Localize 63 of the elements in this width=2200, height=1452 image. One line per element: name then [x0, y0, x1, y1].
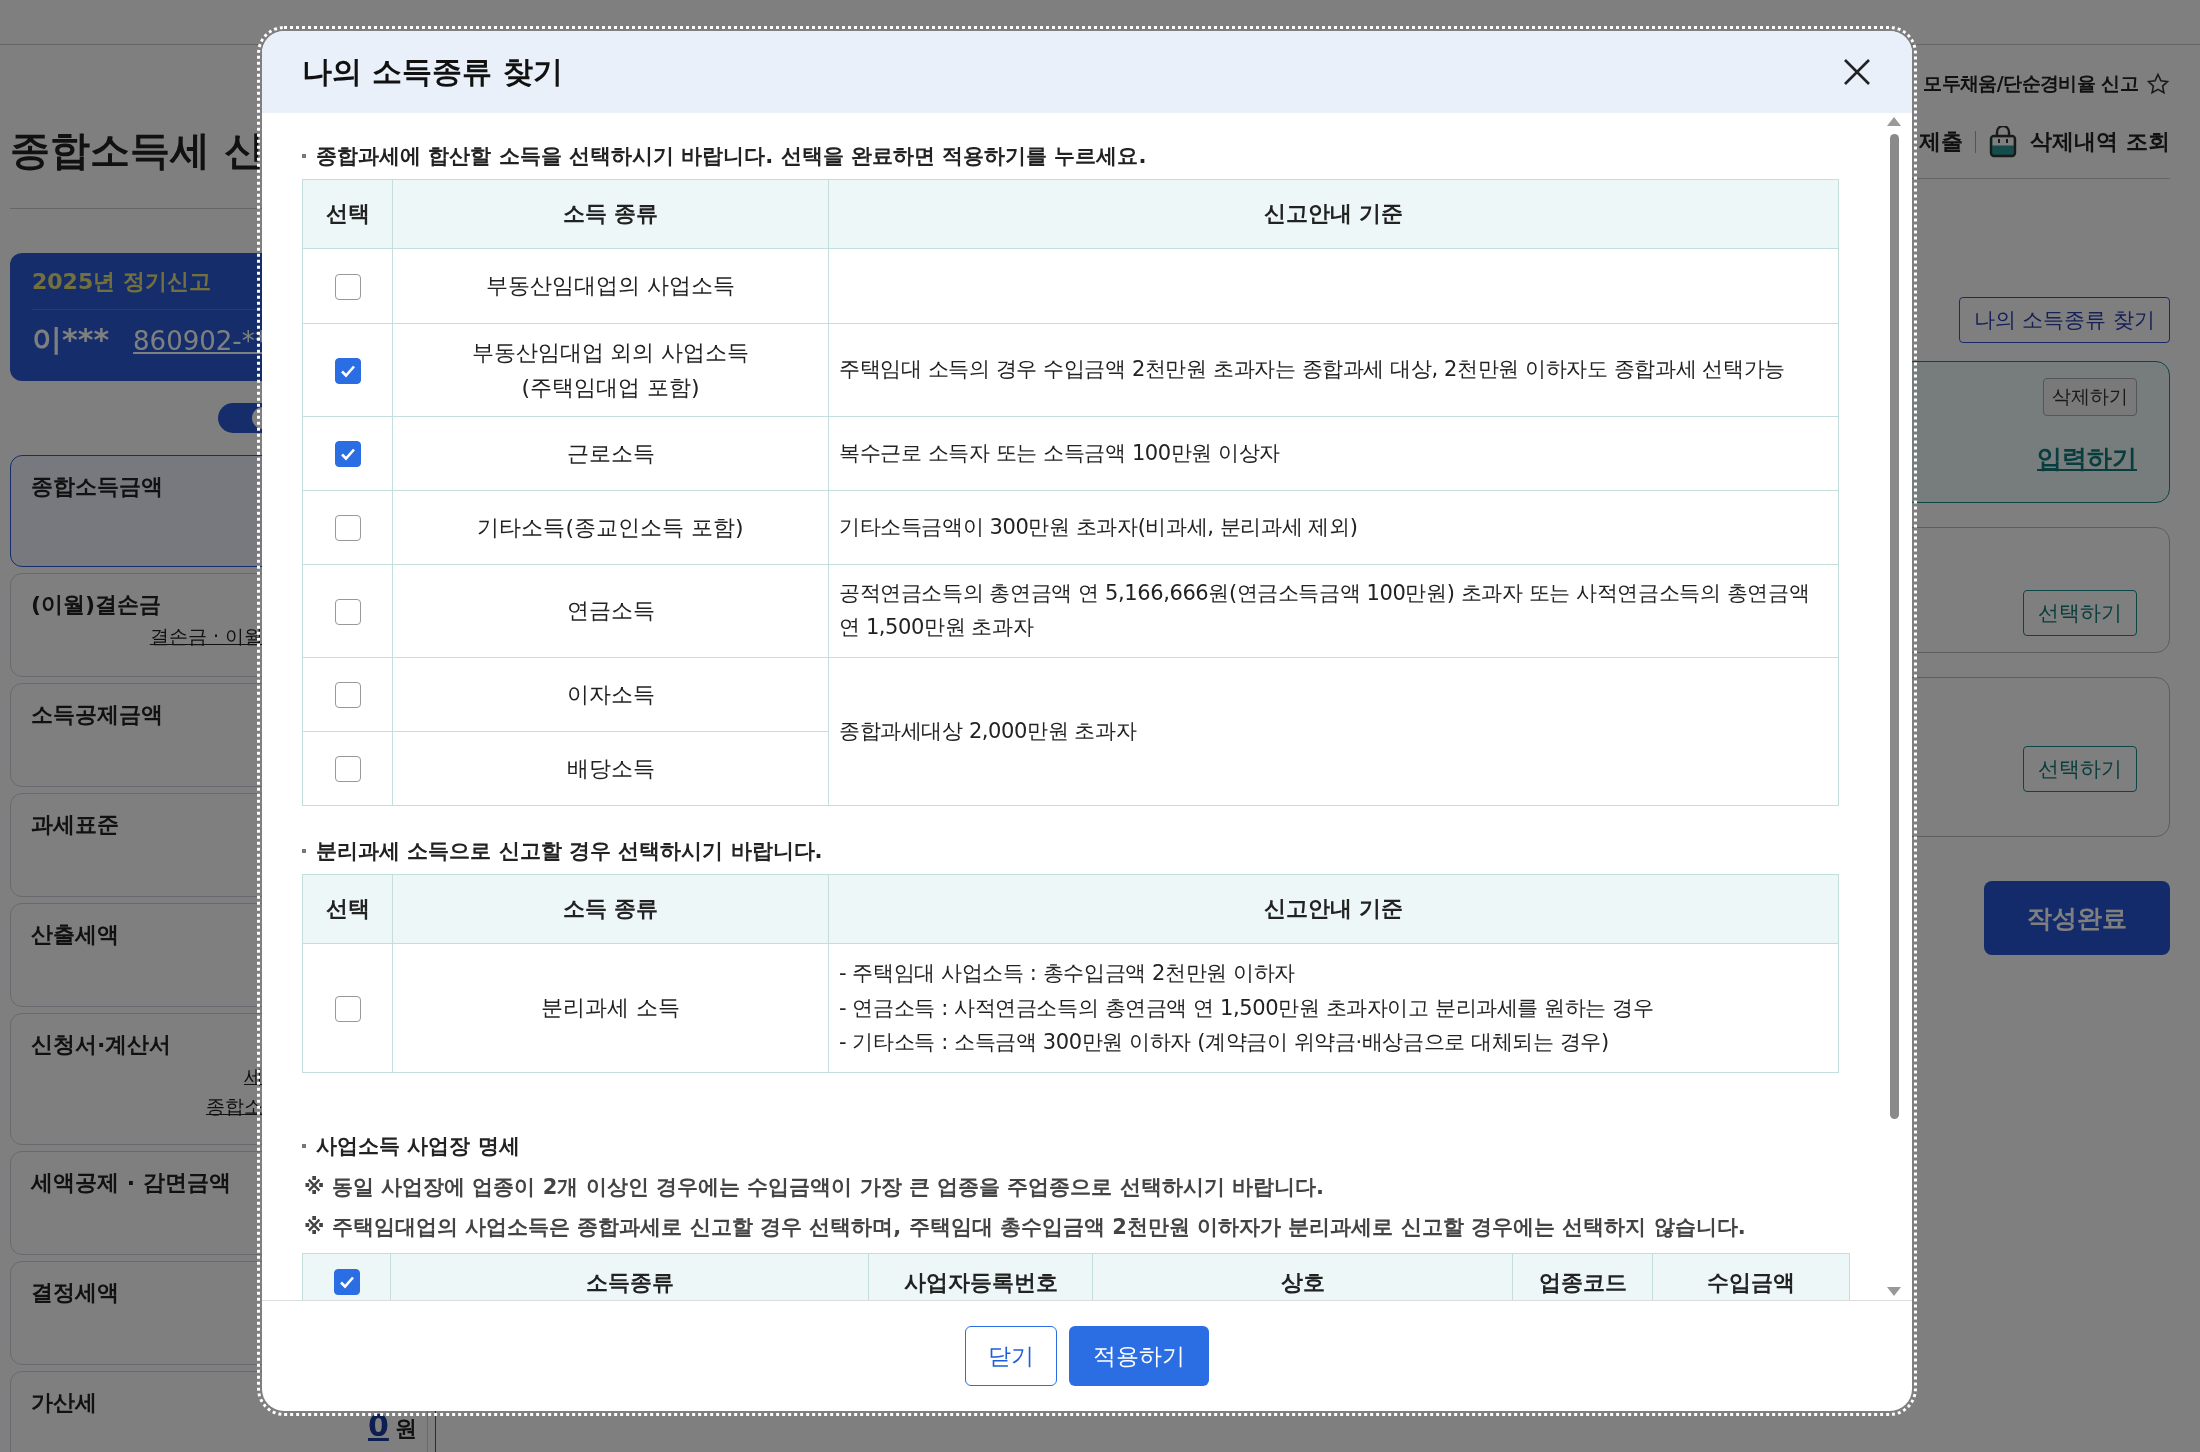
table-cell: 부동산임대업 외의 사업소득 (주택임대업 포함) [392, 323, 829, 417]
checkbox[interactable] [334, 598, 361, 625]
sidebar-label: 소득공제금액 [31, 701, 163, 729]
table-cell: 기타소득(종교인소득 포함) [392, 490, 829, 565]
column-header: 신고안내 기준 [828, 179, 1839, 249]
column-header: 사업자등록번호 [868, 1253, 1093, 1300]
sidebar-label: 결정세액 [31, 1279, 119, 1307]
sidebar-label: 종합소득금액 [31, 473, 163, 501]
select-button[interactable]: 선택하기 [2023, 746, 2137, 792]
penalty-unit: 원 [394, 1415, 417, 1443]
sidebar-link[interactable]: 종합소 [206, 1095, 263, 1117]
sidebar-label: 산출세액 [31, 921, 119, 949]
table-cell: 기타소득금액이 300만원 초과자(비과세, 분리과세 제외) [828, 490, 1839, 565]
column-header: 수입금액 [1652, 1253, 1850, 1300]
sidebar-label: 세액공제 · 감면금액 [31, 1169, 231, 1197]
apply-button[interactable]: 적용하기 [1069, 1326, 1209, 1386]
column-header: 소득 종류 [392, 874, 829, 944]
checkbox[interactable] [334, 273, 361, 300]
checkbox[interactable] [334, 441, 361, 467]
table-cell: 공적연금소득의 총연금액 연 5,166,666원(연금소득금액 100만원) 초과자 또는 사적연금소득의 총연금액 연 1,500만원 초과자 [828, 564, 1839, 658]
column-header: 소득 종류 [392, 179, 829, 249]
checkbox[interactable] [334, 995, 361, 1022]
column-header: 상호 [1092, 1253, 1513, 1300]
criterion-line: - 기타소득 : 소득금액 300만원 이하자 (계약금이 위약금·배상금으로 대체되는 경우) [839, 1029, 1610, 1057]
find-income-button[interactable]: 나의 소득종류 찾기 [1958, 297, 2170, 343]
checkbox[interactable] [334, 756, 361, 782]
column-header: 신고안내 기준 [828, 874, 1839, 944]
table-cell: 종합과세대상 2,000만원 초과자 [828, 657, 1839, 806]
column-header: 선택 [302, 874, 393, 944]
checkbox[interactable] [334, 682, 361, 708]
table-cell: 분리과세 소득 [392, 943, 829, 1073]
deleted-history-link[interactable]: 삭제내역 조회 [2030, 127, 2170, 157]
close-icon[interactable] [1842, 57, 1872, 87]
table-cell: 부동산임대업의 사업소득 [392, 248, 829, 324]
checkbox[interactable] [334, 515, 361, 541]
input-link[interactable]: 입력하기 [2037, 442, 2137, 475]
criterion-line: - 연금소득 : 사적연금소득의 총연금액 연 1,500만원 초과자이고 분리과세를 원하는 경우 [839, 994, 1655, 1022]
column-header: 소득종류 [390, 1253, 869, 1300]
checkbox[interactable] [334, 357, 361, 384]
penalty-value[interactable]: 0 [368, 1408, 389, 1443]
taxpayer-id: 860902-** [133, 325, 268, 356]
sidebar-label: 신청서·계산서 [31, 1031, 172, 1059]
taxpayer-name: 이*** [32, 321, 110, 359]
top-link[interactable]: 모두채움/단순경비율 신고 [1923, 71, 2138, 97]
select-button[interactable]: 선택하기 [2023, 590, 2137, 636]
close-button[interactable]: 닫기 [965, 1326, 1057, 1386]
column-header: 선택 [302, 179, 393, 249]
delete-button[interactable]: 삭제하기 [2043, 378, 2137, 416]
table-cell: 주택임대 소득의 경우 수입금액 2천만원 초과자는 종합과세 대상, 2천만원 이하자도 종합과세 선택가능 [828, 323, 1839, 417]
column-header: 업종코드 [1512, 1253, 1653, 1300]
table-cell: 복수근로 소득자 또는 소득금액 100만원 이상자 [828, 416, 1839, 491]
sidebar-label: 과세표준 [31, 811, 119, 839]
criterion-line: - 주택임대 사업소득 : 총수입금액 2천만원 이하자 [839, 960, 1296, 988]
sidebar-label: (이월)결손금 [31, 591, 162, 619]
submit-link[interactable]: 제출 [1919, 127, 1964, 157]
star-icon[interactable] [2146, 72, 2170, 96]
table-cell: 연금소득 [392, 564, 829, 658]
table-cell: 이자소득 [392, 657, 829, 732]
basket-icon[interactable] [1988, 126, 2019, 158]
complete-button[interactable]: 작성완료 [1984, 881, 2170, 955]
table-cell: 근로소득 [392, 416, 829, 491]
checkbox[interactable] [333, 1269, 360, 1295]
sidebar-label: 가산세 [31, 1389, 97, 1417]
